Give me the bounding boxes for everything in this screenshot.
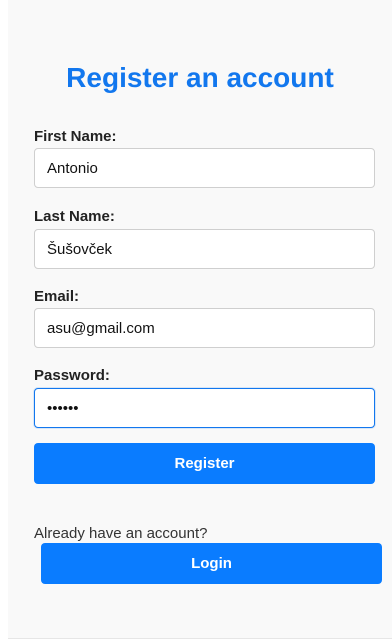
password-label: Password:	[34, 367, 110, 384]
email-field[interactable]	[34, 308, 375, 348]
register-button[interactable]: Register	[34, 443, 375, 484]
register-card: Register an account First Name: Last Nam…	[8, 0, 392, 639]
login-prompt-text: Already have an account?	[34, 525, 208, 542]
email-label: Email:	[34, 288, 80, 305]
last-name-label: Last Name:	[34, 208, 115, 225]
page-title: Register an account	[66, 62, 334, 93]
first-name-field[interactable]	[34, 148, 375, 188]
last-name-field[interactable]	[34, 229, 375, 269]
login-button[interactable]: Login	[41, 543, 382, 584]
first-name-label: First Name:	[34, 128, 117, 145]
password-field[interactable]	[34, 388, 375, 428]
